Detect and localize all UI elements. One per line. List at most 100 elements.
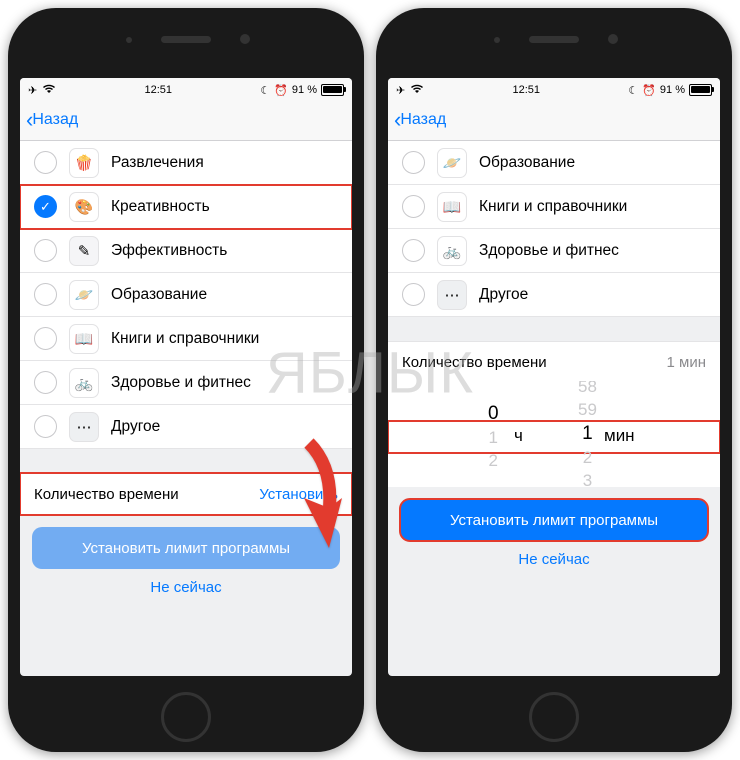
category-list: 🍿 Развлечения✓ 🎨 Креативность ✎ Эффектив… [20,141,352,449]
back-button[interactable]: ‹ Назад [26,107,78,133]
category-row[interactable]: ✎ Эффективность [20,229,352,273]
airplane-icon: ✈︎ [396,84,405,97]
time-section: Количество времени 1 мин [388,341,720,383]
radio-unchecked[interactable] [402,195,425,218]
speaker [161,36,211,43]
wifi-icon [42,84,56,97]
speaker [529,36,579,43]
category-list: 🪐 Образование 📖 Книги и справочники 🚲 Зд… [388,141,720,317]
camera [608,34,618,44]
picker-selection-bar [388,421,720,453]
time-set-link[interactable]: Установить [259,486,338,503]
picker-hours-unit: ч [514,426,523,446]
camera-sensor [126,37,132,43]
category-label: Другое [479,286,528,304]
time-value: 1 мин [667,354,707,371]
home-button[interactable] [161,692,211,742]
category-icon: ⋯ [437,280,467,310]
not-now-link[interactable]: Не сейчас [20,579,352,596]
battery-pct: 91 % [660,84,685,96]
camera-sensor [494,37,500,43]
category-row[interactable]: ⋯ Другое [388,273,720,317]
status-bar: ✈︎ 12:51 ☾ ⏰ 91 % [388,78,720,100]
picker-mins: 1 [582,423,593,445]
category-label: Книги и справочники [111,330,259,348]
category-row[interactable]: ✓ 🎨 Креативность [20,185,352,229]
time-label: Количество времени [34,486,179,503]
dnd-icon: ☾ [628,84,638,97]
category-label: Эффективность [111,242,227,260]
category-label: Образование [479,154,575,172]
phone-right: ✈︎ 12:51 ☾ ⏰ 91 % ‹ Назад 🪐 Образование … [376,8,732,752]
screen-right: ✈︎ 12:51 ☾ ⏰ 91 % ‹ Назад 🪐 Образование … [388,78,720,676]
status-bar: ✈︎ 12:51 ☾ ⏰ 91 % [20,78,352,100]
radio-unchecked[interactable] [34,415,57,438]
nav-bar: ‹ Назад [20,100,352,141]
category-icon: 🚲 [437,236,467,266]
category-label: Креативность [111,198,210,216]
picker-row: 2 [583,448,592,468]
home-button[interactable] [529,692,579,742]
battery-icon [321,84,344,96]
radio-unchecked[interactable] [34,283,57,306]
picker-row: 3 [583,471,592,487]
radio-unchecked[interactable] [34,239,57,262]
category-label: Книги и справочники [479,198,627,216]
back-label: Назад [400,111,446,129]
picker-hours-col[interactable]: 0 1 2 [488,381,499,487]
nav-bar: ‹ Назад [388,100,720,141]
set-limit-button[interactable]: Установить лимит программы [32,527,340,569]
radio-unchecked[interactable] [34,327,57,350]
picker-hours: 0 [488,403,499,425]
wifi-icon [410,84,424,97]
picker-row: 1 [489,428,498,448]
category-icon: 🪐 [437,148,467,178]
time-label: Количество времени [402,354,547,371]
category-row[interactable]: 🚲 Здоровье и фитнес [20,361,352,405]
picker-row: 2 [489,451,498,471]
radio-unchecked[interactable] [34,371,57,394]
radio-unchecked[interactable] [402,151,425,174]
phone-left: ✈︎ 12:51 ☾ ⏰ 91 % ‹ Назад 🍿 Развлечения✓… [8,8,364,752]
category-icon: 🎨 [69,192,99,222]
category-icon: 📖 [69,324,99,354]
alarm-icon: ⏰ [274,84,288,97]
category-row[interactable]: 📖 Книги и справочники [388,185,720,229]
back-label: Назад [32,111,78,129]
radio-unchecked[interactable] [402,239,425,262]
category-label: Образование [111,286,207,304]
category-row[interactable]: 🍿 Развлечения [20,141,352,185]
airplane-icon: ✈︎ [28,84,37,97]
radio-unchecked[interactable] [34,151,57,174]
category-row[interactable]: 🚲 Здоровье и фитнес [388,229,720,273]
time-picker[interactable]: 0 1 2 ч 58 59 1 2 3 мин [388,381,720,487]
category-icon: ⋯ [69,412,99,442]
category-icon: 📖 [437,192,467,222]
time-section[interactable]: Количество времени Установить [20,473,352,515]
picker-row: 58 [578,381,597,397]
back-button[interactable]: ‹ Назад [394,107,446,133]
radio-checked[interactable]: ✓ [34,195,57,218]
camera [240,34,250,44]
picker-row: 59 [578,400,597,420]
screen-left: ✈︎ 12:51 ☾ ⏰ 91 % ‹ Назад 🍿 Развлечения✓… [20,78,352,676]
category-row[interactable]: 📖 Книги и справочники [20,317,352,361]
category-row[interactable]: 🪐 Образование [388,141,720,185]
alarm-icon: ⏰ [642,84,656,97]
category-label: Развлечения [111,154,204,172]
category-icon: ✎ [69,236,99,266]
battery-pct: 91 % [292,84,317,96]
picker-mins-col[interactable]: 58 59 1 2 3 [578,381,597,487]
category-row[interactable]: 🪐 Образование [20,273,352,317]
category-label: Здоровье и фитнес [111,374,251,392]
category-icon: 🚲 [69,368,99,398]
category-label: Другое [111,418,160,436]
not-now-link[interactable]: Не сейчас [388,551,720,568]
picker-mins-unit: мин [604,426,635,446]
category-row[interactable]: ⋯ Другое [20,405,352,449]
battery-icon [689,84,712,96]
set-limit-button[interactable]: Установить лимит программы [400,499,708,541]
dnd-icon: ☾ [260,84,270,97]
category-icon: 🍿 [69,148,99,178]
radio-unchecked[interactable] [402,283,425,306]
